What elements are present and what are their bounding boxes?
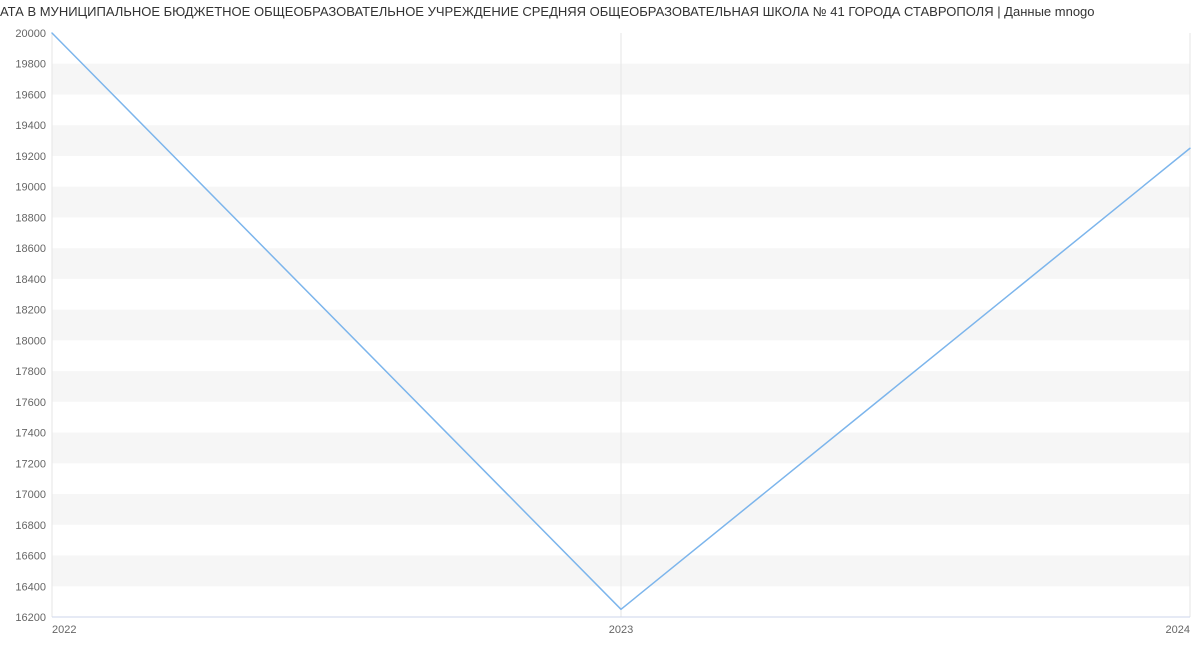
x-tick: 2022 (52, 624, 76, 636)
y-tick-label: 16400 (15, 581, 46, 593)
y-tick: 16200 (15, 612, 46, 624)
y-tick: 19400 (15, 120, 46, 132)
y-tick: 18000 (15, 335, 46, 347)
y-tick-label: 16600 (15, 551, 46, 563)
y-tick-label: 17000 (15, 489, 46, 501)
y-tick: 19800 (15, 59, 46, 71)
y-tick-label: 20000 (15, 28, 46, 40)
y-tick-label: 16800 (15, 520, 46, 532)
y-tick: 16600 (15, 551, 46, 563)
y-tick: 17800 (15, 366, 46, 378)
y-tick: 18600 (15, 243, 46, 255)
y-tick-label: 19400 (15, 120, 46, 132)
y-tick-label: 18200 (15, 305, 46, 317)
y-tick-label: 19800 (15, 59, 46, 71)
y-tick-label: 19200 (15, 151, 46, 163)
y-tick: 19000 (15, 182, 46, 194)
y-tick-label: 19600 (15, 89, 46, 101)
chart-title: АТА В МУНИЦИПАЛЬНОЕ БЮДЖЕТНОЕ ОБЩЕОБРАЗО… (0, 0, 1200, 25)
y-tick-label: 18000 (15, 335, 46, 347)
y-tick-label: 18400 (15, 274, 46, 286)
y-tick: 16400 (15, 581, 46, 593)
y-tick: 18800 (15, 212, 46, 224)
y-tick-label: 17600 (15, 397, 46, 409)
x-tick-label: 2024 (1166, 624, 1190, 636)
y-tick-label: 17800 (15, 366, 46, 378)
y-tick: 18200 (15, 305, 46, 317)
y-tick-label: 18600 (15, 243, 46, 255)
chart-svg: 16200 16400 16600 16800 17000 17200 17400 17600… (0, 25, 1200, 645)
y-tick: 20000 (15, 28, 46, 40)
y-tick-label: 17400 (15, 428, 46, 440)
x-tick: 2023 (609, 624, 633, 636)
y-tick-label: 16200 (15, 612, 46, 624)
y-tick: 19600 (15, 89, 46, 101)
chart-area: 16200 16400 16600 16800 17000 17200 17400 17600… (0, 25, 1200, 645)
y-tick: 17600 (15, 397, 46, 409)
y-tick-label: 19000 (15, 182, 46, 194)
y-tick: 16800 (15, 520, 46, 532)
y-tick-label: 17200 (15, 458, 46, 470)
y-tick: 17200 (15, 458, 46, 470)
y-tick: 17000 (15, 489, 46, 501)
y-tick-label: 18800 (15, 212, 46, 224)
x-tick-label: 2023 (609, 624, 633, 636)
x-tick: 2024 (1166, 624, 1190, 636)
y-tick: 19200 (15, 151, 46, 163)
x-tick-label: 2022 (52, 624, 76, 636)
y-tick: 18400 (15, 274, 46, 286)
y-tick: 17400 (15, 428, 46, 440)
